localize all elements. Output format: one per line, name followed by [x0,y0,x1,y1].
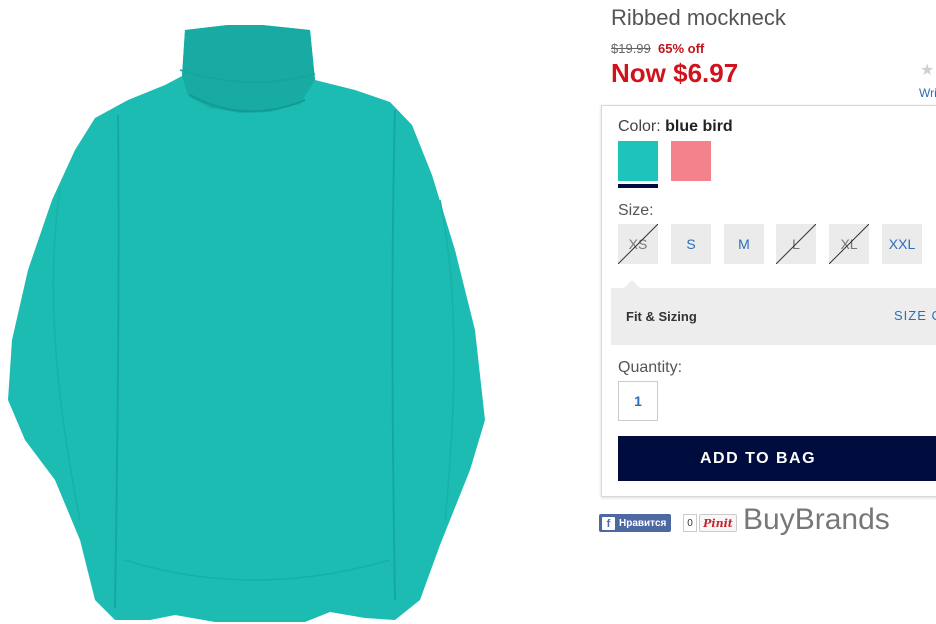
watermark-brand: BuyBrands [743,503,890,536]
add-to-bag-button[interactable]: ADD TO BAG [618,436,936,481]
quantity-label: Quantity: [618,359,683,376]
fit-box-notch [624,280,640,288]
unavailable-slash-icon [618,224,658,264]
size-xs-button[interactable]: XS [618,224,658,264]
color-label: Color: blue bird [618,118,733,136]
size-l-button[interactable]: L [776,224,816,264]
unavailable-slash-icon [776,224,816,264]
product-image[interactable] [0,0,590,624]
like-label: Нравится [619,517,667,529]
product-title: Ribbed mockneck [611,5,786,30]
fit-sizing-label: Fit & Sizing [626,309,697,324]
color-label-text: Color: [618,118,661,135]
facebook-like-button[interactable]: f Нравится [599,514,672,532]
size-m-button[interactable]: M [724,224,764,264]
size-m-label: M [738,236,750,252]
discount-badge: 65% off [658,41,705,56]
size-label: Size: [618,202,654,219]
size-xxl-label: XXL [888,236,916,252]
pinterest-pin-button[interactable]: Pinit [699,514,737,532]
size-chart-link[interactable]: SIZE C [894,308,936,323]
unavailable-slash-icon [829,224,869,264]
rating-star-icon: ★ [920,62,935,79]
size-s-label: S [686,236,696,252]
selected-swatch-indicator [618,184,658,188]
facebook-icon: f [602,516,615,530]
size-xl-button[interactable]: XL [829,224,869,264]
original-price: $19.99 [611,41,651,56]
quantity-input[interactable]: 1 [618,381,658,421]
selected-color-name: blue bird [665,118,733,135]
color-swatch-blue-bird[interactable] [618,141,658,181]
size-s-button[interactable]: S [671,224,711,264]
add-to-bag-label: ADD TO BAG [699,449,817,467]
color-swatch-pink[interactable] [671,141,711,181]
like-count: 0 [683,514,697,532]
write-review-link[interactable]: Wri [919,86,936,100]
sale-price: Now $6.97 [611,58,739,88]
size-xxl-button[interactable]: XXL [882,224,922,264]
